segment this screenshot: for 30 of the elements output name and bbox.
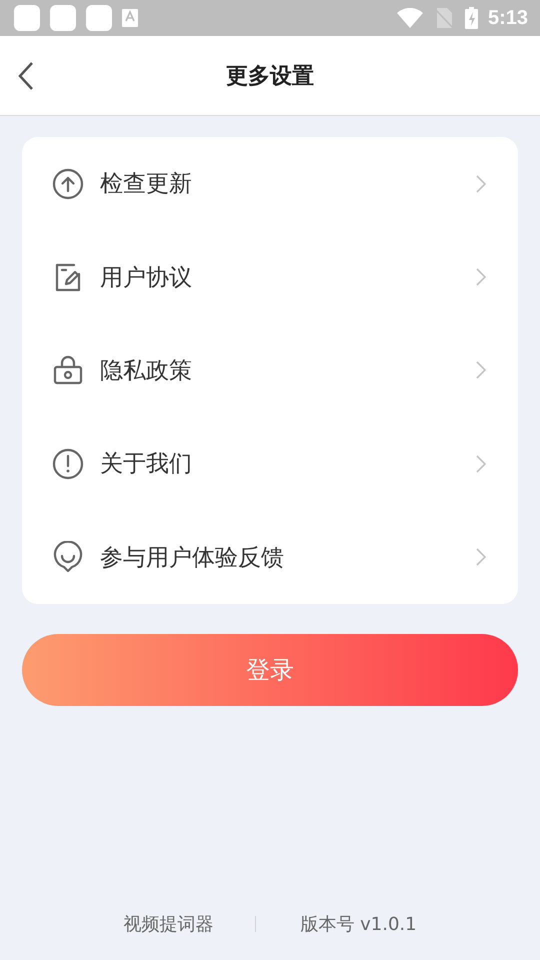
- menu-label: 隐私政策: [100, 356, 193, 386]
- menu-label: 用户协议: [100, 264, 193, 293]
- menu-item[interactable]: 检查更新: [22, 137, 518, 230]
- status-time: 5:13: [488, 6, 528, 30]
- notification-icon: [14, 5, 40, 31]
- page-title: 更多设置: [226, 62, 314, 90]
- chevron-right-icon: [476, 548, 486, 566]
- notification-icon: [50, 5, 76, 31]
- no-sim-icon: [434, 8, 453, 28]
- chevron-right-icon: [476, 454, 486, 473]
- notification-icon: [86, 5, 112, 31]
- upload-icon: [52, 168, 84, 200]
- lock-icon: [52, 354, 84, 386]
- chevron-right-icon: [476, 361, 486, 380]
- chevron-right-icon: [476, 174, 486, 193]
- battery-charging-icon: [464, 7, 478, 29]
- menu-label: 参与用户体验反馈: [100, 544, 285, 573]
- feedback-icon: [52, 541, 84, 574]
- menu-label: 检查更新: [100, 170, 193, 200]
- version-label: 版本号 v1.0.1: [300, 913, 417, 936]
- menu-item[interactable]: 隐私政策: [22, 324, 518, 418]
- wifi-icon: [396, 8, 423, 28]
- menu-item[interactable]: 用户协议: [22, 230, 518, 324]
- keyboard-icon: [122, 9, 138, 27]
- chevron-right-icon: [476, 268, 486, 286]
- info-icon: [52, 448, 84, 480]
- menu-label: 关于我们: [100, 450, 193, 480]
- menu-item[interactable]: 关于我们: [22, 417, 518, 511]
- app-name: 视频提词器: [123, 913, 214, 936]
- menu-item[interactable]: 参与用户体验反馈: [22, 510, 518, 604]
